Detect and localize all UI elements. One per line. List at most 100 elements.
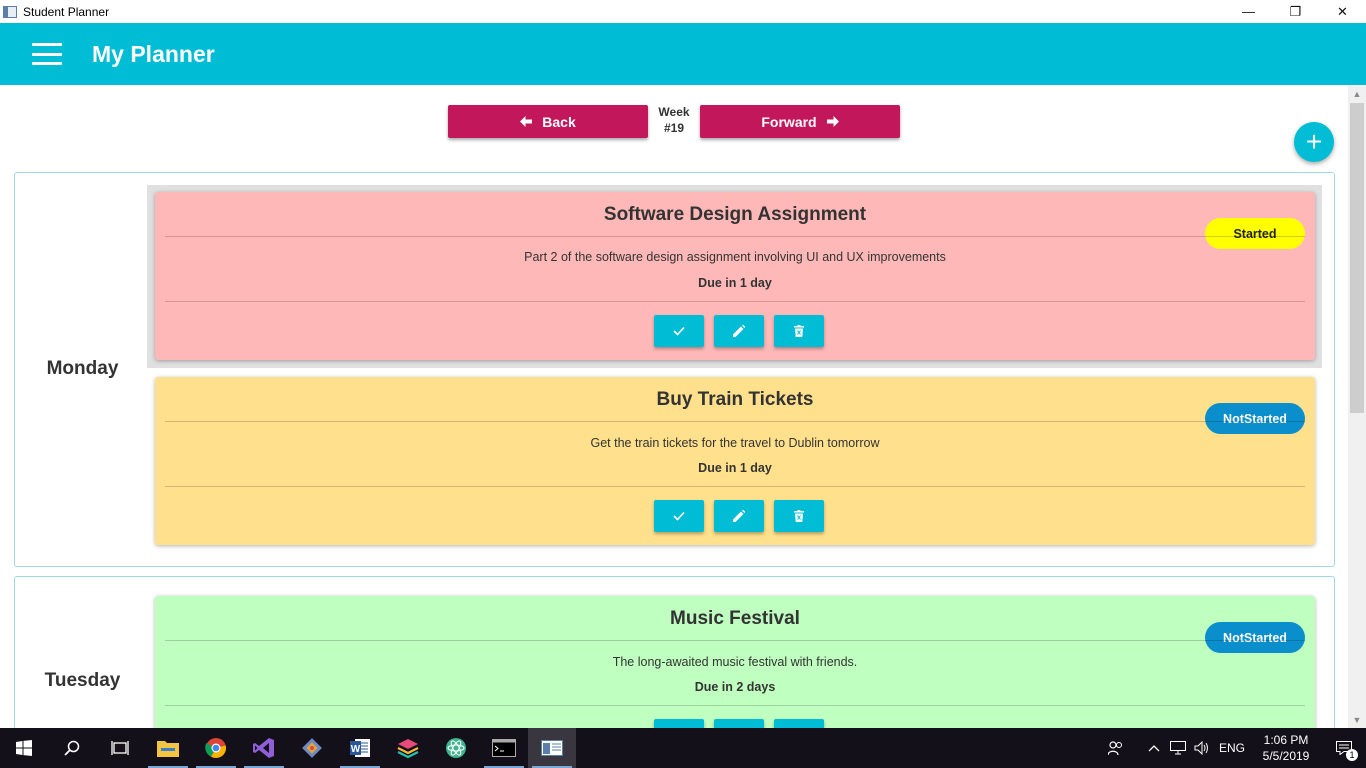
terminal-icon [492,739,516,757]
student-planner-taskbar-button[interactable] [528,728,576,768]
task-due: Due in 2 days [694,680,776,694]
search-button[interactable] [48,728,96,768]
window-title: Student Planner [23,4,110,19]
task-actions [654,315,824,347]
atom-button[interactable] [432,728,480,768]
scroll-up-icon[interactable]: ▲ [1348,85,1366,102]
pencil-icon [733,325,745,337]
visual-studio-icon [253,738,274,758]
app-window-icon [3,5,17,18]
forward-label: Forward [761,113,817,130]
window-controls: — ❐ ✕ [1225,0,1366,23]
task-actions [654,719,824,728]
terminal-button[interactable] [480,728,528,768]
vertical-scrollbar[interactable]: ▲ ▼ [1348,85,1366,728]
scrollbar-thumb[interactable] [1350,103,1364,413]
word-icon: W [350,739,370,757]
delete-task-button[interactable] [774,719,824,728]
status-badge: Started [1205,218,1305,249]
divider [165,705,1305,706]
divider [165,301,1305,302]
task-description: The long-awaited music festival with fri… [612,655,858,669]
git-icon [302,738,322,758]
back-button[interactable]: Back [448,105,648,138]
windows-logo-icon [16,740,32,756]
word-button[interactable]: W [336,728,384,768]
menu-icon[interactable] [32,43,62,65]
check-icon [673,511,685,521]
week-number: #19 [663,121,685,135]
status-badge: NotStarted [1205,403,1305,434]
close-button[interactable]: ✕ [1319,0,1366,23]
app-header: My Planner [0,23,1366,85]
forward-button[interactable]: Forward [700,105,900,138]
week-text: Week [658,105,690,119]
complete-task-button[interactable] [654,315,704,347]
search-icon [64,740,80,756]
file-explorer-button[interactable] [144,728,192,768]
people-icon[interactable] [1104,728,1128,768]
maximize-button[interactable]: ❐ [1272,0,1319,23]
task-due: Due in 1 day [698,461,772,475]
add-task-button[interactable]: + [1294,122,1334,162]
stack-app-button[interactable] [384,728,432,768]
task-description: Part 2 of the software design assignment… [524,250,946,264]
student-planner-icon [541,740,563,756]
visual-studio-button[interactable] [240,728,288,768]
delete-task-button[interactable] [774,500,824,532]
folder-icon [157,741,179,757]
plus-icon: + [1305,126,1323,157]
pencil-icon [733,510,745,522]
clock[interactable]: 1:06 PM 5/5/2019 [1250,732,1322,764]
task-title: Software Design Assignment [603,204,867,225]
chevron-up-icon[interactable] [1142,728,1166,768]
task-actions [654,500,824,532]
complete-task-button[interactable] [654,719,704,728]
day-section-monday: Monday Software Design Assignment Starte… [14,172,1335,567]
git-button[interactable] [288,728,336,768]
windows-taskbar: W ENG 1:06 PM 5/5/2019 1 [0,728,1366,768]
page-title: My Planner [92,40,215,67]
week-indicator: Week #19 [648,104,700,136]
planner-content: Back Week #19 Forward + Monday Software … [0,85,1348,728]
edit-task-button[interactable] [714,315,764,347]
trash-icon [794,510,804,522]
stack-icon [397,739,419,759]
chrome-button[interactable] [192,728,240,768]
notifications-icon[interactable]: 1 [1322,728,1366,768]
task-view-icon [111,741,129,755]
scroll-down-icon[interactable]: ▼ [1348,711,1366,728]
volume-icon[interactable] [1190,728,1214,768]
week-navigation: Back Week #19 Forward + [0,104,1348,162]
day-label: Tuesday [44,670,121,691]
trash-icon [794,325,804,337]
check-icon [673,326,685,336]
system-tray: ENG 1:06 PM 5/5/2019 1 [1104,728,1366,768]
divider [165,421,1305,422]
atom-icon [446,738,466,758]
window-titlebar: Student Planner — ❐ ✕ [0,0,1366,23]
back-label: Back [542,113,576,130]
divider [165,236,1305,237]
arrow-right-icon [826,116,839,127]
complete-task-button[interactable] [654,500,704,532]
minimize-button[interactable]: — [1225,0,1272,23]
task-view-button[interactable] [96,728,144,768]
task-title: Buy Train Tickets [656,389,814,410]
delete-task-button[interactable] [774,315,824,347]
network-icon[interactable] [1166,728,1190,768]
edit-task-button[interactable] [714,719,764,728]
task-due: Due in 1 day [698,276,772,290]
notification-count: 1 [1346,749,1358,761]
day-section-tuesday: Tuesday Music Festival NotStarted The lo… [14,576,1335,728]
task-card[interactable]: Music Festival NotStarted The long-await… [155,596,1315,728]
task-card[interactable]: Software Design Assignment Started Part … [155,192,1315,360]
task-card[interactable]: Buy Train Tickets NotStarted Get the tra… [155,377,1315,545]
edit-task-button[interactable] [714,500,764,532]
day-label: Monday [46,358,119,379]
start-button[interactable] [0,728,48,768]
language-indicator[interactable]: ENG [1214,741,1250,755]
clock-date: 5/5/2019 [1262,749,1310,763]
arrow-left-icon [520,116,533,127]
task-description: Get the train tickets for the travel to … [590,436,880,450]
